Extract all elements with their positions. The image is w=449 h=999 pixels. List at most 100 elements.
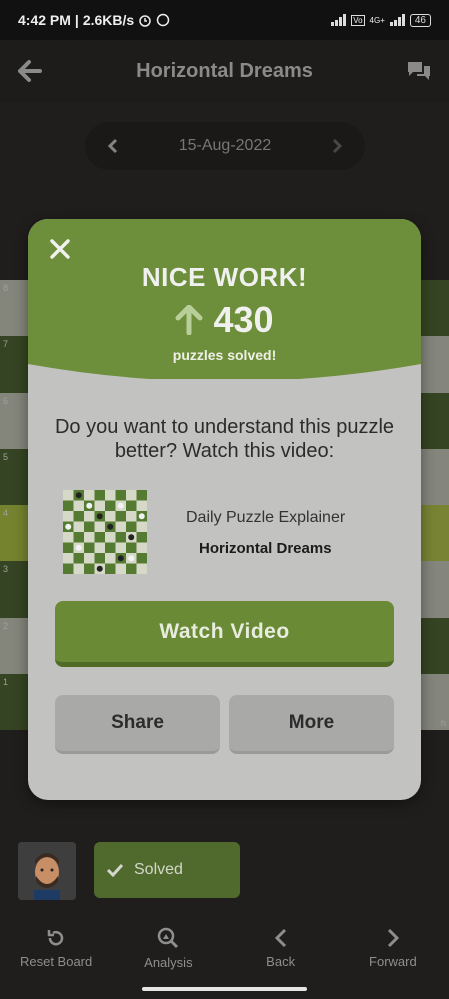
score-value: 430 xyxy=(213,299,274,340)
video-thumbnail[interactable] xyxy=(63,490,147,574)
thumbnail-piece xyxy=(138,513,145,520)
thumbnail-piece xyxy=(117,555,124,562)
avatar xyxy=(18,842,76,900)
thumbnail-square xyxy=(105,563,116,574)
score-row: 430 xyxy=(28,299,421,341)
score-caption: puzzles solved! xyxy=(172,347,277,363)
thumbnail-piece xyxy=(117,502,124,509)
thumbnail-square xyxy=(126,521,137,532)
whatsapp-icon xyxy=(156,13,170,27)
thumbnail-square xyxy=(94,532,105,543)
thumbnail-square xyxy=(136,521,147,532)
thumbnail-square xyxy=(126,542,137,553)
back-move-button[interactable]: Back xyxy=(225,917,337,979)
thumbnail-square xyxy=(105,490,116,501)
thumbnail-square xyxy=(63,553,74,564)
thumbnail-square xyxy=(63,563,74,574)
thumbnail-square xyxy=(84,532,95,543)
home-indicator[interactable] xyxy=(142,987,307,991)
puzzle-solved-dialog: NICE WORK! 430 puzzles solved! Do you wa… xyxy=(28,219,421,800)
thumbnail-square xyxy=(115,521,126,532)
thumbnail-square xyxy=(126,563,137,574)
thumbnail-square xyxy=(105,511,116,522)
thumbnail-square xyxy=(136,563,147,574)
thumbnail-square xyxy=(73,500,84,511)
thumbnail-square xyxy=(105,553,116,564)
thumbnail-square xyxy=(126,511,137,522)
analysis-icon xyxy=(158,927,179,948)
thumbnail-square xyxy=(73,553,84,564)
forward-label: Forward xyxy=(369,953,417,969)
thumbnail-square xyxy=(73,532,84,543)
bottom-toolbar: Reset Board Analysis Back Forward xyxy=(0,917,449,979)
thumbnail-piece xyxy=(96,565,103,572)
reset-board-label: Reset Board xyxy=(19,953,93,969)
back-icon xyxy=(274,928,286,947)
thumbnail-square xyxy=(94,521,105,532)
solved-badge: Solved xyxy=(94,842,240,898)
thumbnail-square xyxy=(84,553,95,564)
thumbnail-square xyxy=(105,500,116,511)
thumbnail-piece xyxy=(96,513,103,520)
close-icon[interactable] xyxy=(48,237,72,261)
dialog-heading: NICE WORK! xyxy=(141,262,308,292)
thumbnail-square xyxy=(115,563,126,574)
status-speed: 2.6KB/s xyxy=(82,12,135,28)
thumbnail-piece xyxy=(75,544,82,551)
thumbnail-square xyxy=(84,511,95,522)
thumbnail-square xyxy=(73,521,84,532)
thumbnail-square xyxy=(63,532,74,543)
share-button[interactable]: Share xyxy=(55,695,220,754)
analysis-button[interactable]: Analysis xyxy=(112,917,224,979)
thumbnail-piece xyxy=(75,492,82,499)
thumbnail-square xyxy=(73,511,84,522)
back-button[interactable] xyxy=(0,60,60,82)
thumbnail-square xyxy=(136,500,147,511)
back-arrow-icon xyxy=(18,60,42,82)
thumbnail-square xyxy=(63,511,74,522)
thumbnail-square xyxy=(136,553,147,564)
thumbnail-square xyxy=(115,542,126,553)
watch-video-button[interactable]: Watch Video xyxy=(55,601,394,667)
chat-button[interactable] xyxy=(389,59,449,83)
status-bar: 4:42 PM | 2.6KB/s Vo 4G+ 46 xyxy=(0,0,449,40)
thumbnail-piece xyxy=(128,555,135,562)
thumbnail-square xyxy=(136,490,147,501)
solved-label: Solved xyxy=(134,861,183,878)
video-question: Do you want to understand this puzzle be… xyxy=(54,416,395,462)
thumbnail-square xyxy=(94,553,105,564)
thumbnail-square xyxy=(84,521,95,532)
thumbnail-square xyxy=(115,490,126,501)
thumbnail-square xyxy=(115,532,126,543)
thumbnail-square xyxy=(84,542,95,553)
thumbnail-square xyxy=(73,563,84,574)
chat-icon xyxy=(408,62,430,80)
volte-icon: Vo xyxy=(351,14,365,26)
system-nav-bar xyxy=(0,979,449,999)
video-subtitle[interactable]: Horizontal Dreams xyxy=(199,540,332,557)
more-button[interactable]: More xyxy=(229,695,394,754)
forward-icon xyxy=(387,928,399,947)
status-time: 4:42 PM xyxy=(18,12,71,28)
thumbnail-square xyxy=(136,542,147,553)
thumbnail-piece xyxy=(107,523,114,530)
thumbnail-square xyxy=(84,563,95,574)
signal-icon xyxy=(331,14,347,26)
thumbnail-square xyxy=(105,532,116,543)
thumbnail-square xyxy=(63,490,74,501)
thumbnail-square xyxy=(84,490,95,501)
thumbnail-square xyxy=(136,532,147,543)
thumbnail-square xyxy=(63,542,74,553)
reset-board-button[interactable]: Reset Board xyxy=(0,917,112,979)
page-title: Horizontal Dreams xyxy=(136,59,313,82)
video-title[interactable]: Daily Puzzle Explainer xyxy=(186,509,345,527)
app-bar: Horizontal Dreams xyxy=(0,40,449,102)
thumbnail-square xyxy=(63,500,74,511)
thumbnail-square xyxy=(94,500,105,511)
check-icon xyxy=(106,863,124,877)
thumbnail-piece xyxy=(65,523,72,530)
thumbnail-square xyxy=(94,542,105,553)
forward-move-button[interactable]: Forward xyxy=(337,917,449,979)
battery-icon: 46 xyxy=(409,13,431,27)
thumbnail-piece xyxy=(128,534,135,541)
